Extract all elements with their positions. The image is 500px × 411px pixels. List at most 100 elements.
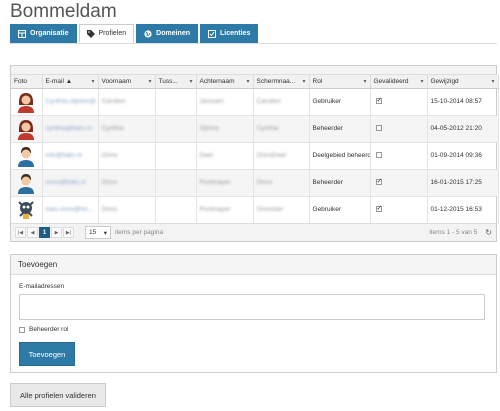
add-profiles-panel: Toevoegen E-mailadressen Beheerder rol T… <box>10 254 497 373</box>
table-row[interactable]: cynthia@bats.nl Cynthia Zijlstra Cynthia Beh… <box>11 115 499 143</box>
grid-toolbar <box>11 66 496 75</box>
email-value: info@bats.nl <box>45 152 82 159</box>
column-menu-icon[interactable]: ▾ <box>189 78 192 85</box>
col-header-tussenvoegsel[interactable]: Tuss... ▾ <box>155 75 197 89</box>
page-number-button[interactable]: 1 <box>39 227 50 238</box>
tab-organisatie[interactable]: Organisatie <box>10 24 77 43</box>
avatar <box>14 199 39 221</box>
validated-cell <box>370 115 428 143</box>
column-menu-icon[interactable]: ▾ <box>246 78 249 85</box>
tab-label: Domeinen <box>156 30 190 37</box>
screen-name-cell: Carolien <box>253 88 310 116</box>
col-header-rol[interactable]: Rol ▾ <box>309 75 371 89</box>
first-name-cell: Carolien <box>98 88 156 116</box>
profiles-grid: Foto E-mail ▲ ▾ Voornaam ▾ Tuss... ▾ Achter… <box>10 65 499 242</box>
email-value: onno@bats.nl <box>45 179 86 186</box>
avatar-cell <box>11 115 43 143</box>
col-label: Voornaam <box>101 77 132 85</box>
panel-title: Toevoegen <box>11 255 496 275</box>
email-addresses-input[interactable] <box>19 294 485 320</box>
col-header-achternaam[interactable]: Achternaam ▾ <box>196 75 254 89</box>
tab-label: Licenties <box>220 30 251 37</box>
tab-profielen[interactable]: Profielen <box>78 24 135 43</box>
validated-checkbox <box>375 124 382 131</box>
admin-role-label: Beheerder rol <box>29 326 69 333</box>
admin-role-checkbox[interactable] <box>19 326 25 333</box>
first-name-value: Onno <box>101 179 118 186</box>
table-row[interactable]: Cynthia.clijsten@... Carolien Janssen Carol… <box>11 88 499 116</box>
email-value: cynthia@bats.nl <box>45 125 92 132</box>
column-menu-icon[interactable]: ▾ <box>420 78 423 85</box>
avatar-cell <box>11 169 43 197</box>
screen-name-cell: Onno <box>253 169 310 197</box>
avatar-cell <box>11 88 43 116</box>
email-value: Cynthia.clijsten@... <box>45 98 98 105</box>
items-per-page-label: items per pagina <box>115 229 164 236</box>
col-header-schermnaam[interactable]: Schermnaa... ▾ <box>253 75 310 89</box>
infix-cell <box>155 115 197 143</box>
infix-cell <box>155 169 197 197</box>
email-cell: bats.onno@ho... <box>42 196 99 224</box>
first-name-cell: Cynthia <box>98 115 156 143</box>
col-header-email[interactable]: E-mail ▲ ▾ <box>42 75 99 89</box>
table-row[interactable]: onno@bats.nl Onno Postmayer Onno Beheerder 16… <box>11 169 499 197</box>
table-row[interactable]: info@bats.nl Onno Deel OnnoDeel Deelgebied b… <box>11 142 499 170</box>
validate-all-button[interactable]: Alle profielen valideren <box>10 383 106 407</box>
modified-cell: 16-01-2015 17:25 <box>427 169 499 197</box>
add-button[interactable]: Toevoegen <box>19 342 75 366</box>
admin-role-row: Beheerder rol <box>19 326 68 333</box>
tab-label: Organisatie <box>30 30 69 37</box>
column-menu-icon[interactable]: ▾ <box>302 78 305 85</box>
page-title: Bommeldam <box>10 1 117 22</box>
last-name-cell: Zijlstra <box>196 115 254 143</box>
col-label: Gewijzigd <box>430 77 459 85</box>
modified-cell: 04-05-2012 21:20 <box>427 115 499 143</box>
table-row[interactable]: bats.onno@ho... Onno Postmayer Onnoster Gebr… <box>11 196 499 224</box>
col-header-voornaam[interactable]: Voornaam ▾ <box>98 75 156 89</box>
screen-name-value: Onnoster <box>256 206 284 213</box>
email-cell: Cynthia.clijsten@... <box>42 88 99 116</box>
col-label: Achternaam <box>199 77 235 85</box>
next-page-button[interactable]: ▶ <box>51 227 62 238</box>
email-cell: cynthia@bats.nl <box>42 115 99 143</box>
last-name-cell: Postmayer <box>196 196 254 224</box>
prev-page-button[interactable]: ◀ <box>27 227 38 238</box>
validated-cell <box>370 142 428 170</box>
first-name-cell: Onno <box>98 169 156 197</box>
role-value: Beheerder <box>312 178 343 186</box>
last-name-value: Postmayer <box>199 206 231 213</box>
last-name-value: Janssen <box>199 98 224 105</box>
column-menu-icon[interactable]: ▾ <box>148 78 151 85</box>
col-header-foto[interactable]: Foto <box>11 75 43 89</box>
email-addresses-label: E-mailadressen <box>19 283 65 290</box>
pager-info: items 1 - 5 van 5 <box>429 229 478 236</box>
role-value: Gebruiker <box>312 205 342 213</box>
infix-cell <box>155 88 197 116</box>
modified-value: 01-12-2015 16:53 <box>430 206 482 213</box>
email-cell: info@bats.nl <box>42 142 99 170</box>
last-page-button[interactable]: ▶| <box>63 227 74 238</box>
first-name-cell: Onno <box>98 196 156 224</box>
last-name-value: Zijlstra <box>199 125 219 132</box>
table-icon <box>18 29 26 38</box>
column-menu-icon[interactable]: ▾ <box>491 78 494 85</box>
refresh-icon[interactable]: ↻ <box>485 228 492 237</box>
avatar <box>14 145 39 167</box>
col-label: Foto <box>14 77 28 85</box>
role-value: Deelgebied beheerder <box>312 151 370 159</box>
column-menu-icon[interactable]: ▾ <box>363 78 366 85</box>
last-name-cell: Janssen <box>196 88 254 116</box>
modified-value: 16-01-2015 17:25 <box>430 179 482 186</box>
first-page-button[interactable]: |◀ <box>15 227 26 238</box>
tab-domeinen[interactable]: Domeinen <box>136 24 198 43</box>
avatar <box>14 172 39 194</box>
validated-checkbox <box>375 177 382 185</box>
column-menu-icon[interactable]: ▾ <box>91 78 94 85</box>
col-label: E-mail <box>45 77 64 85</box>
modified-value: 15-10-2014 08:57 <box>430 98 482 105</box>
role-value: Gebruiker <box>312 97 342 105</box>
col-header-gewijzigd[interactable]: Gewijzigd ▾ <box>427 75 499 89</box>
col-header-gevalideerd[interactable]: Gevalideerd ▾ <box>370 75 428 89</box>
page-size-select[interactable]: 15 ▾ <box>85 226 111 239</box>
tab-licenties[interactable]: Licenties <box>200 24 259 43</box>
